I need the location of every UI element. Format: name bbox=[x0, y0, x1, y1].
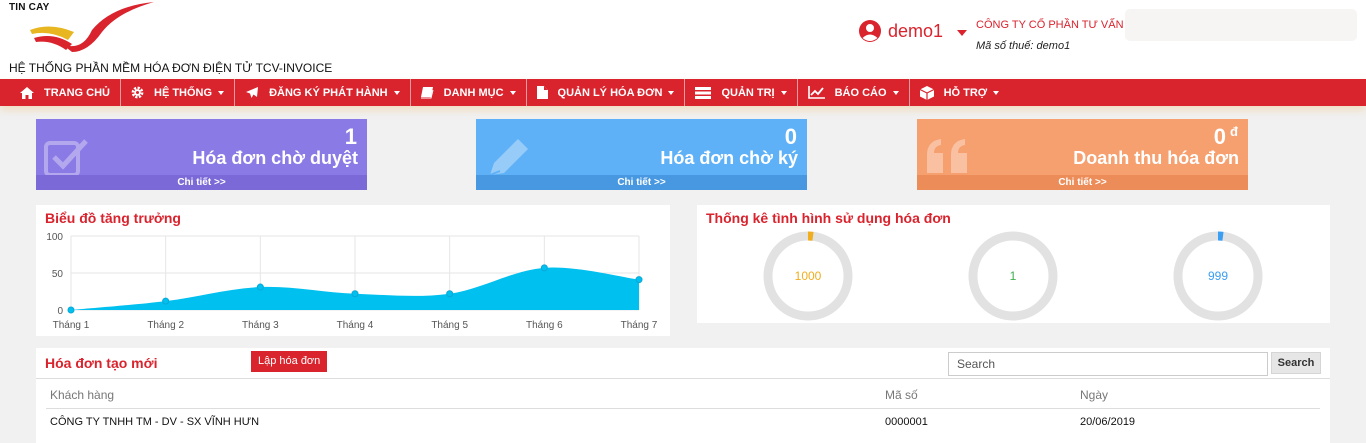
caret-down-icon bbox=[993, 90, 1000, 95]
card-detail-link[interactable]: Chi tiết >> bbox=[476, 175, 807, 190]
nav-register[interactable]: ĐĂNG KÝ PHÁT HÀNH bbox=[235, 79, 411, 106]
company-name: CÔNG TY CỔ PHẦN TƯ VẤN bbox=[976, 19, 1124, 31]
data-point[interactable] bbox=[635, 276, 643, 284]
check-square-icon bbox=[44, 139, 88, 177]
x-tick-label: Tháng 3 bbox=[242, 320, 279, 331]
nav-home[interactable]: TRANG CHỦ bbox=[10, 79, 121, 106]
data-point[interactable] bbox=[67, 306, 75, 314]
nav-support[interactable]: HỖ TRỢ bbox=[910, 79, 1010, 106]
card-count: 0đ bbox=[1214, 124, 1238, 150]
y-tick-label: 50 bbox=[52, 269, 64, 280]
nav-label: QUẢN LÝ HÓA ĐƠN bbox=[557, 86, 663, 99]
x-tick-label: Tháng 2 bbox=[147, 320, 184, 331]
column-header-date[interactable]: Ngày bbox=[1080, 388, 1108, 402]
data-point[interactable] bbox=[540, 264, 548, 272]
y-tick-label: 100 bbox=[46, 232, 63, 243]
nav-label: TRANG CHỦ bbox=[44, 86, 110, 99]
data-point[interactable] bbox=[162, 297, 170, 305]
card-label: Hóa đơn chờ duyệt bbox=[192, 148, 358, 168]
nav-label: DANH MỤC bbox=[443, 86, 504, 99]
card-detail-link[interactable]: Chi tiết >> bbox=[917, 175, 1248, 190]
user-menu[interactable]: demo1 bbox=[858, 19, 968, 43]
donut-value: 1000 bbox=[795, 269, 822, 283]
growth-chart-panel: Biểu đồ tăng trưởng 0 50 100 Tháng 1 Tháng 2… bbox=[36, 205, 670, 336]
card-label: Doanh thu hóa đơn bbox=[1073, 148, 1239, 168]
cell-date: 20/06/2019 bbox=[1080, 416, 1136, 428]
nav-system[interactable]: HỆ THỐNG bbox=[121, 79, 236, 106]
card-count: 0 bbox=[784, 124, 797, 149]
gear-icon bbox=[131, 86, 144, 99]
user-name: demo1 bbox=[888, 20, 944, 41]
app-title: HỆ THỐNG PHẦN MỀM HÓA ĐƠN ĐIỆN TỬ TCV-IN… bbox=[9, 61, 333, 75]
new-invoices-title: Hóa đơn tạo mới bbox=[45, 355, 158, 371]
plane-icon bbox=[246, 87, 259, 98]
donut-value: 999 bbox=[1208, 269, 1228, 283]
card-detail-link[interactable]: Chi tiết >> bbox=[36, 175, 367, 190]
usage-panel: Thống kê tình hình sử dụng hóa đơn 1000 1… bbox=[697, 205, 1330, 323]
column-header-customer[interactable]: Khách hàng bbox=[50, 388, 114, 402]
user-circle-icon bbox=[859, 20, 881, 42]
header-placeholder-box bbox=[1125, 9, 1357, 41]
nav-label: BÁO CÁO bbox=[834, 86, 887, 99]
caret-down-icon bbox=[509, 90, 516, 95]
cube-icon bbox=[919, 85, 934, 100]
caret-down-icon bbox=[892, 90, 899, 95]
x-tick-label: Tháng 5 bbox=[431, 320, 468, 331]
logo-text: TIN CAY bbox=[9, 2, 50, 13]
tax-id-value: demo1 bbox=[1036, 40, 1071, 52]
data-point[interactable] bbox=[446, 290, 454, 298]
nav-label: ĐĂNG KÝ PHÁT HÀNH bbox=[269, 86, 388, 99]
invoice-table: Khách hàng Mã số Ngày CÔNG TY TNHH TM - … bbox=[36, 378, 1330, 437]
home-icon bbox=[20, 86, 34, 99]
line-chart-icon bbox=[807, 86, 825, 99]
server-icon bbox=[695, 86, 712, 99]
caret-down-icon bbox=[668, 90, 675, 95]
nav-label: QUẢN TRỊ bbox=[721, 86, 775, 99]
caret-down-icon bbox=[218, 90, 225, 95]
data-point[interactable] bbox=[256, 283, 264, 291]
y-tick-label: 0 bbox=[57, 306, 63, 317]
card-revenue: 0đ Doanh thu hóa đơn Chi tiết >> bbox=[917, 119, 1248, 190]
create-invoice-button[interactable]: Lập hóa đơn bbox=[251, 351, 328, 372]
caret-down-icon bbox=[780, 90, 787, 95]
x-tick-label: Tháng 1 bbox=[53, 320, 90, 331]
nav-invoice-mgmt[interactable]: QUẢN LÝ HÓA ĐƠN bbox=[527, 79, 686, 106]
book-icon bbox=[420, 86, 434, 98]
tax-id: Mã số thuế: demo1 bbox=[976, 40, 1070, 52]
cell-number: 0000001 bbox=[885, 416, 928, 428]
x-tick-label: Tháng 7 bbox=[621, 320, 658, 331]
card-count-value: 0 bbox=[1213, 124, 1227, 149]
data-point[interactable] bbox=[351, 290, 359, 298]
card-label: Hóa đơn chờ ký bbox=[660, 148, 798, 168]
nav-label: HỆ THỐNG bbox=[154, 86, 213, 99]
table-header: Khách hàng Mã số Ngày bbox=[46, 379, 1320, 409]
usage-title: Thống kê tình hình sử dụng hóa đơn bbox=[706, 210, 951, 226]
file-icon bbox=[536, 86, 548, 99]
caret-down-icon bbox=[957, 29, 968, 36]
cell-customer: CÔNG TY TNHH TM - DV - SX VĨNH HƯN bbox=[50, 416, 260, 428]
currency-symbol: đ bbox=[1230, 124, 1238, 139]
nav-admin[interactable]: QUẢN TRỊ bbox=[685, 79, 798, 106]
nav-label: HỖ TRỢ bbox=[943, 86, 988, 99]
quote-icon bbox=[927, 139, 967, 173]
donut-value: 1 bbox=[1010, 269, 1017, 283]
caret-down-icon bbox=[393, 90, 400, 95]
nav-catalog[interactable]: DANH MỤC bbox=[411, 79, 527, 106]
growth-chart-title: Biểu đồ tăng trưởng bbox=[45, 210, 181, 226]
search-input[interactable] bbox=[948, 352, 1268, 376]
tax-id-label: Mã số thuế: bbox=[976, 40, 1034, 52]
new-invoices-panel: Hóa đơn tạo mới Lập hóa đơn Search Khách… bbox=[36, 348, 1330, 443]
main-nav: TRANG CHỦ HỆ THỐNG ĐĂNG KÝ PHÁT HÀNH DAN… bbox=[0, 79, 1366, 106]
card-count: 1 bbox=[344, 124, 357, 149]
x-tick-label: Tháng 6 bbox=[526, 320, 563, 331]
card-pending-sign: 0 Hóa đơn chờ ký Chi tiết >> bbox=[476, 119, 807, 190]
search-button[interactable]: Search bbox=[1271, 352, 1321, 374]
nav-report[interactable]: BÁO CÁO bbox=[798, 79, 910, 106]
x-tick-label: Tháng 4 bbox=[337, 320, 374, 331]
card-pending-approval: 1 Hóa đơn chờ duyệt Chi tiết >> bbox=[36, 119, 367, 190]
table-row[interactable]: CÔNG TY TNHH TM - DV - SX VĨNH HƯN 00000… bbox=[46, 409, 1320, 437]
header: TIN CAY HỆ THỐNG PHẦN MỀM HÓA ĐƠN ĐIỆN T… bbox=[0, 0, 1366, 79]
column-header-number[interactable]: Mã số bbox=[885, 388, 918, 402]
